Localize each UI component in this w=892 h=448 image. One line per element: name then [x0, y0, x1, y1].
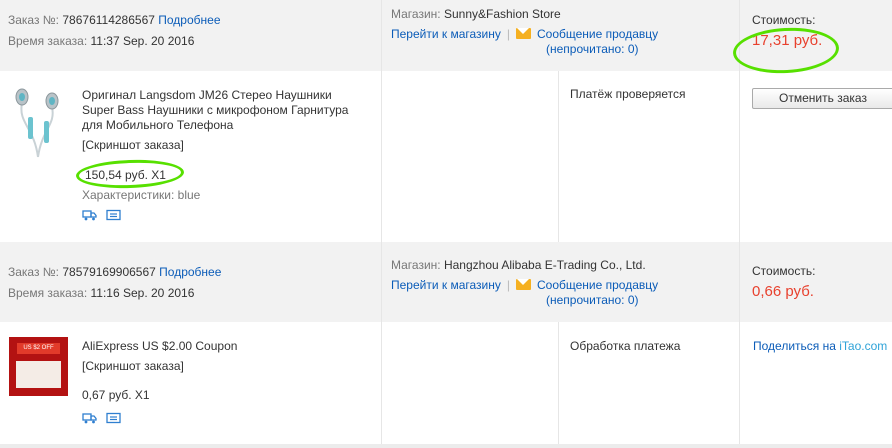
unread-counter: (непрочитано: 0): [546, 42, 639, 56]
item-price: 150,54 руб. X1: [85, 168, 166, 182]
column-divider: [739, 242, 740, 322]
unread-link[interactable]: (непрочитано: 0): [546, 293, 639, 307]
unread-link[interactable]: (непрочитано: 0): [546, 42, 639, 56]
cost-value: 17,31 руб.: [752, 32, 823, 49]
order-header: Заказ №: 78579169906567 Подробнее Время …: [0, 242, 892, 322]
envelope-icon: [516, 28, 531, 39]
attributes-label: Характеристики:: [82, 188, 175, 202]
product-thumbnail[interactable]: US $2 OFF: [9, 337, 68, 396]
attributes-value: blue: [177, 188, 201, 202]
column-divider: [739, 322, 740, 444]
attributes-line: Характеристики: blue: [82, 188, 200, 202]
column-divider: [381, 242, 382, 322]
store-label: Магазин:: [391, 258, 441, 272]
order-number: 78676114286567: [62, 13, 155, 27]
order-card: Заказ №: 78579169906567 Подробнее Время …: [0, 242, 892, 448]
column-divider: [558, 322, 559, 444]
order-time: 11:37 Sep. 20 2016: [90, 34, 195, 48]
unread-close: ): [634, 42, 639, 56]
store-name: Hangzhou Alibaba E-Trading Co., Ltd.: [443, 258, 646, 272]
order-time-label: Время заказа:: [8, 34, 88, 48]
cost-label: Стоимость:: [752, 264, 816, 278]
cost-value: 0,66 руб.: [752, 283, 814, 300]
product-title-line-3[interactable]: для Мобильного Телефона: [82, 118, 233, 132]
unread-label: (непрочитано:: [546, 42, 625, 56]
share-line: Поделиться на iTao.com: [753, 339, 887, 353]
unread-count: 0: [627, 42, 635, 56]
product-title-line-1[interactable]: AliExpress US $2.00 Coupon: [82, 339, 237, 353]
coupon-card: [16, 361, 61, 388]
order-card: Заказ №: 78676114286567 Подробнее Время …: [0, 0, 892, 242]
details-link[interactable]: Подробнее: [158, 13, 220, 27]
unread-label: (непрочитано:: [546, 293, 625, 307]
column-divider: [739, 71, 740, 242]
list-icon[interactable]: [106, 209, 121, 221]
order-number-line: Заказ №: 78676114286567 Подробнее: [8, 13, 221, 27]
envelope-icon: [516, 279, 531, 290]
product-title-line-2[interactable]: Super Bass Наушники с микрофоном Гарниту…: [82, 103, 348, 117]
unread-close: ): [634, 293, 639, 307]
store-actions: Перейти к магазину | Сообщение продавцу: [391, 278, 658, 292]
order-header: Заказ №: 78676114286567 Подробнее Время …: [0, 0, 892, 71]
order-time-line: Время заказа: 11:16 Sep. 20 2016: [8, 286, 194, 300]
order-item-row: US $2 OFF AliExpress US $2.00 Coupon [Ск…: [0, 322, 892, 444]
cancel-order-button[interactable]: Отменить заказ: [752, 88, 892, 109]
details-link[interactable]: Подробнее: [159, 265, 221, 279]
order-snapshot-link[interactable]: [Скриншот заказа]: [82, 359, 184, 373]
separator: |: [506, 27, 510, 41]
column-divider: [381, 71, 382, 242]
store-label: Магазин:: [391, 7, 441, 21]
coupon-badge: US $2 OFF: [17, 343, 60, 354]
item-price: 0,67 руб. X1: [82, 388, 150, 402]
order-status: Платёж проверяется: [570, 87, 686, 101]
store-line: Магазин: Sunny&Fashion Store: [391, 7, 561, 21]
column-divider: [381, 0, 382, 71]
order-number-line: Заказ №: 78579169906567 Подробнее: [8, 265, 221, 279]
order-item-row: Оригинал Langsdom JM26 Стерео Наушники S…: [0, 71, 892, 242]
store-name: Sunny&Fashion Store: [443, 7, 561, 21]
message-seller-link[interactable]: Сообщение продавцу: [537, 27, 658, 41]
separator: |: [506, 278, 510, 292]
order-status: Обработка платежа: [570, 339, 681, 353]
share-link[interactable]: Поделиться на: [753, 339, 836, 353]
unread-counter: (непрочитано: 0): [546, 293, 639, 307]
column-divider: [381, 322, 382, 444]
truck-icon[interactable]: [82, 209, 97, 221]
column-divider: [558, 71, 559, 242]
cost-label: Стоимость:: [752, 13, 816, 27]
column-divider: [739, 0, 740, 71]
store-line: Магазин: Hangzhou Alibaba E-Trading Co.,…: [391, 258, 646, 272]
order-time-label: Время заказа:: [8, 286, 88, 300]
order-number-label: Заказ №:: [8, 13, 60, 27]
message-seller-link[interactable]: Сообщение продавцу: [537, 278, 658, 292]
store-actions: Перейти к магазину | Сообщение продавцу: [391, 27, 658, 41]
go-to-store-link[interactable]: Перейти к магазину: [391, 27, 501, 41]
footer-divider: [0, 444, 892, 448]
itao-link[interactable]: iTao.com: [839, 339, 887, 353]
product-thumbnail[interactable]: [8, 83, 66, 159]
order-number: 78579169906567: [62, 265, 156, 279]
go-to-store-link[interactable]: Перейти к магазину: [391, 278, 501, 292]
order-time-line: Время заказа: 11:37 Sep. 20 2016: [8, 34, 194, 48]
truck-icon[interactable]: [82, 412, 97, 424]
product-title-line-1[interactable]: Оригинал Langsdom JM26 Стерео Наушники: [82, 88, 332, 102]
order-snapshot-link[interactable]: [Скриншот заказа]: [82, 138, 184, 152]
unread-count: 0: [627, 293, 635, 307]
list-icon[interactable]: [106, 412, 121, 424]
order-time: 11:16 Sep. 20 2016: [90, 286, 195, 300]
order-number-label: Заказ №:: [8, 265, 60, 279]
